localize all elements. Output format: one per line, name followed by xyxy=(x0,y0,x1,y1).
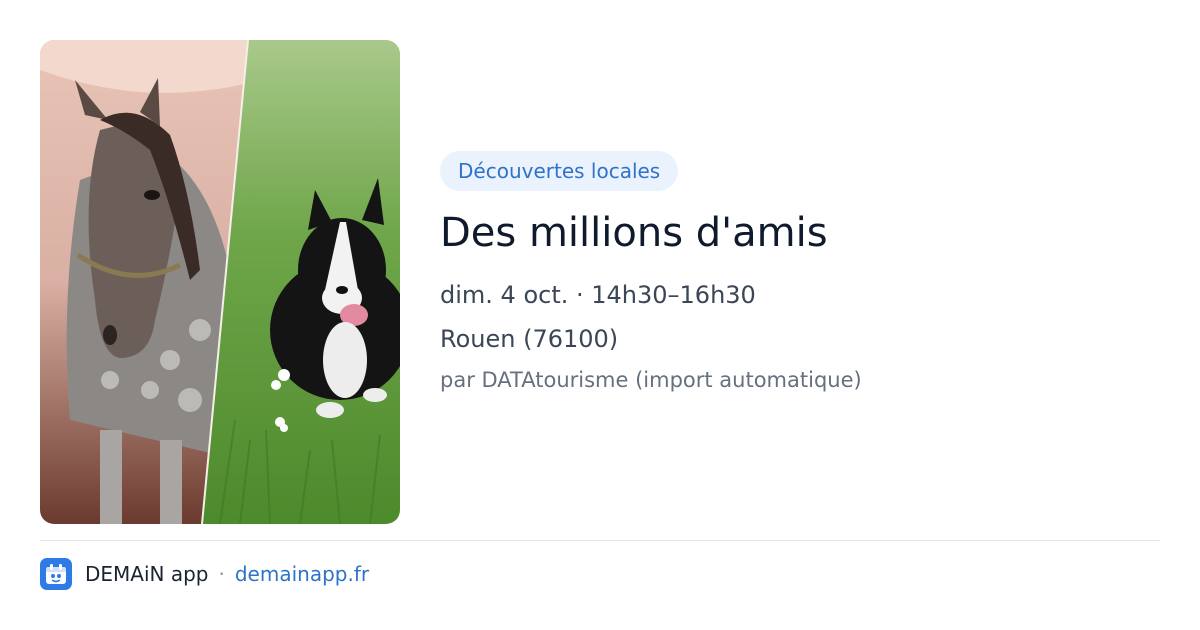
app-name: DEMAiN app xyxy=(85,562,209,586)
event-datetime: dim. 4 oct. · 14h30–16h30 xyxy=(440,281,756,309)
event-location: Rouen (76100) xyxy=(440,325,619,353)
app-website-link[interactable]: demainapp.fr xyxy=(235,562,369,586)
demain-app-icon xyxy=(40,558,72,590)
footer-divider xyxy=(40,540,1160,541)
event-title: Des millions d'amis xyxy=(440,210,828,256)
event-source: par DATAtourisme (import automatique) xyxy=(440,368,862,392)
category-badge[interactable]: Découvertes locales xyxy=(440,151,679,191)
event-details: Découvertes locales Des millions d'amis … xyxy=(440,151,1160,394)
footer-separator: · xyxy=(218,562,225,586)
footer: DEMAiN app · demainapp.fr xyxy=(40,558,369,590)
event-photo xyxy=(40,40,400,524)
